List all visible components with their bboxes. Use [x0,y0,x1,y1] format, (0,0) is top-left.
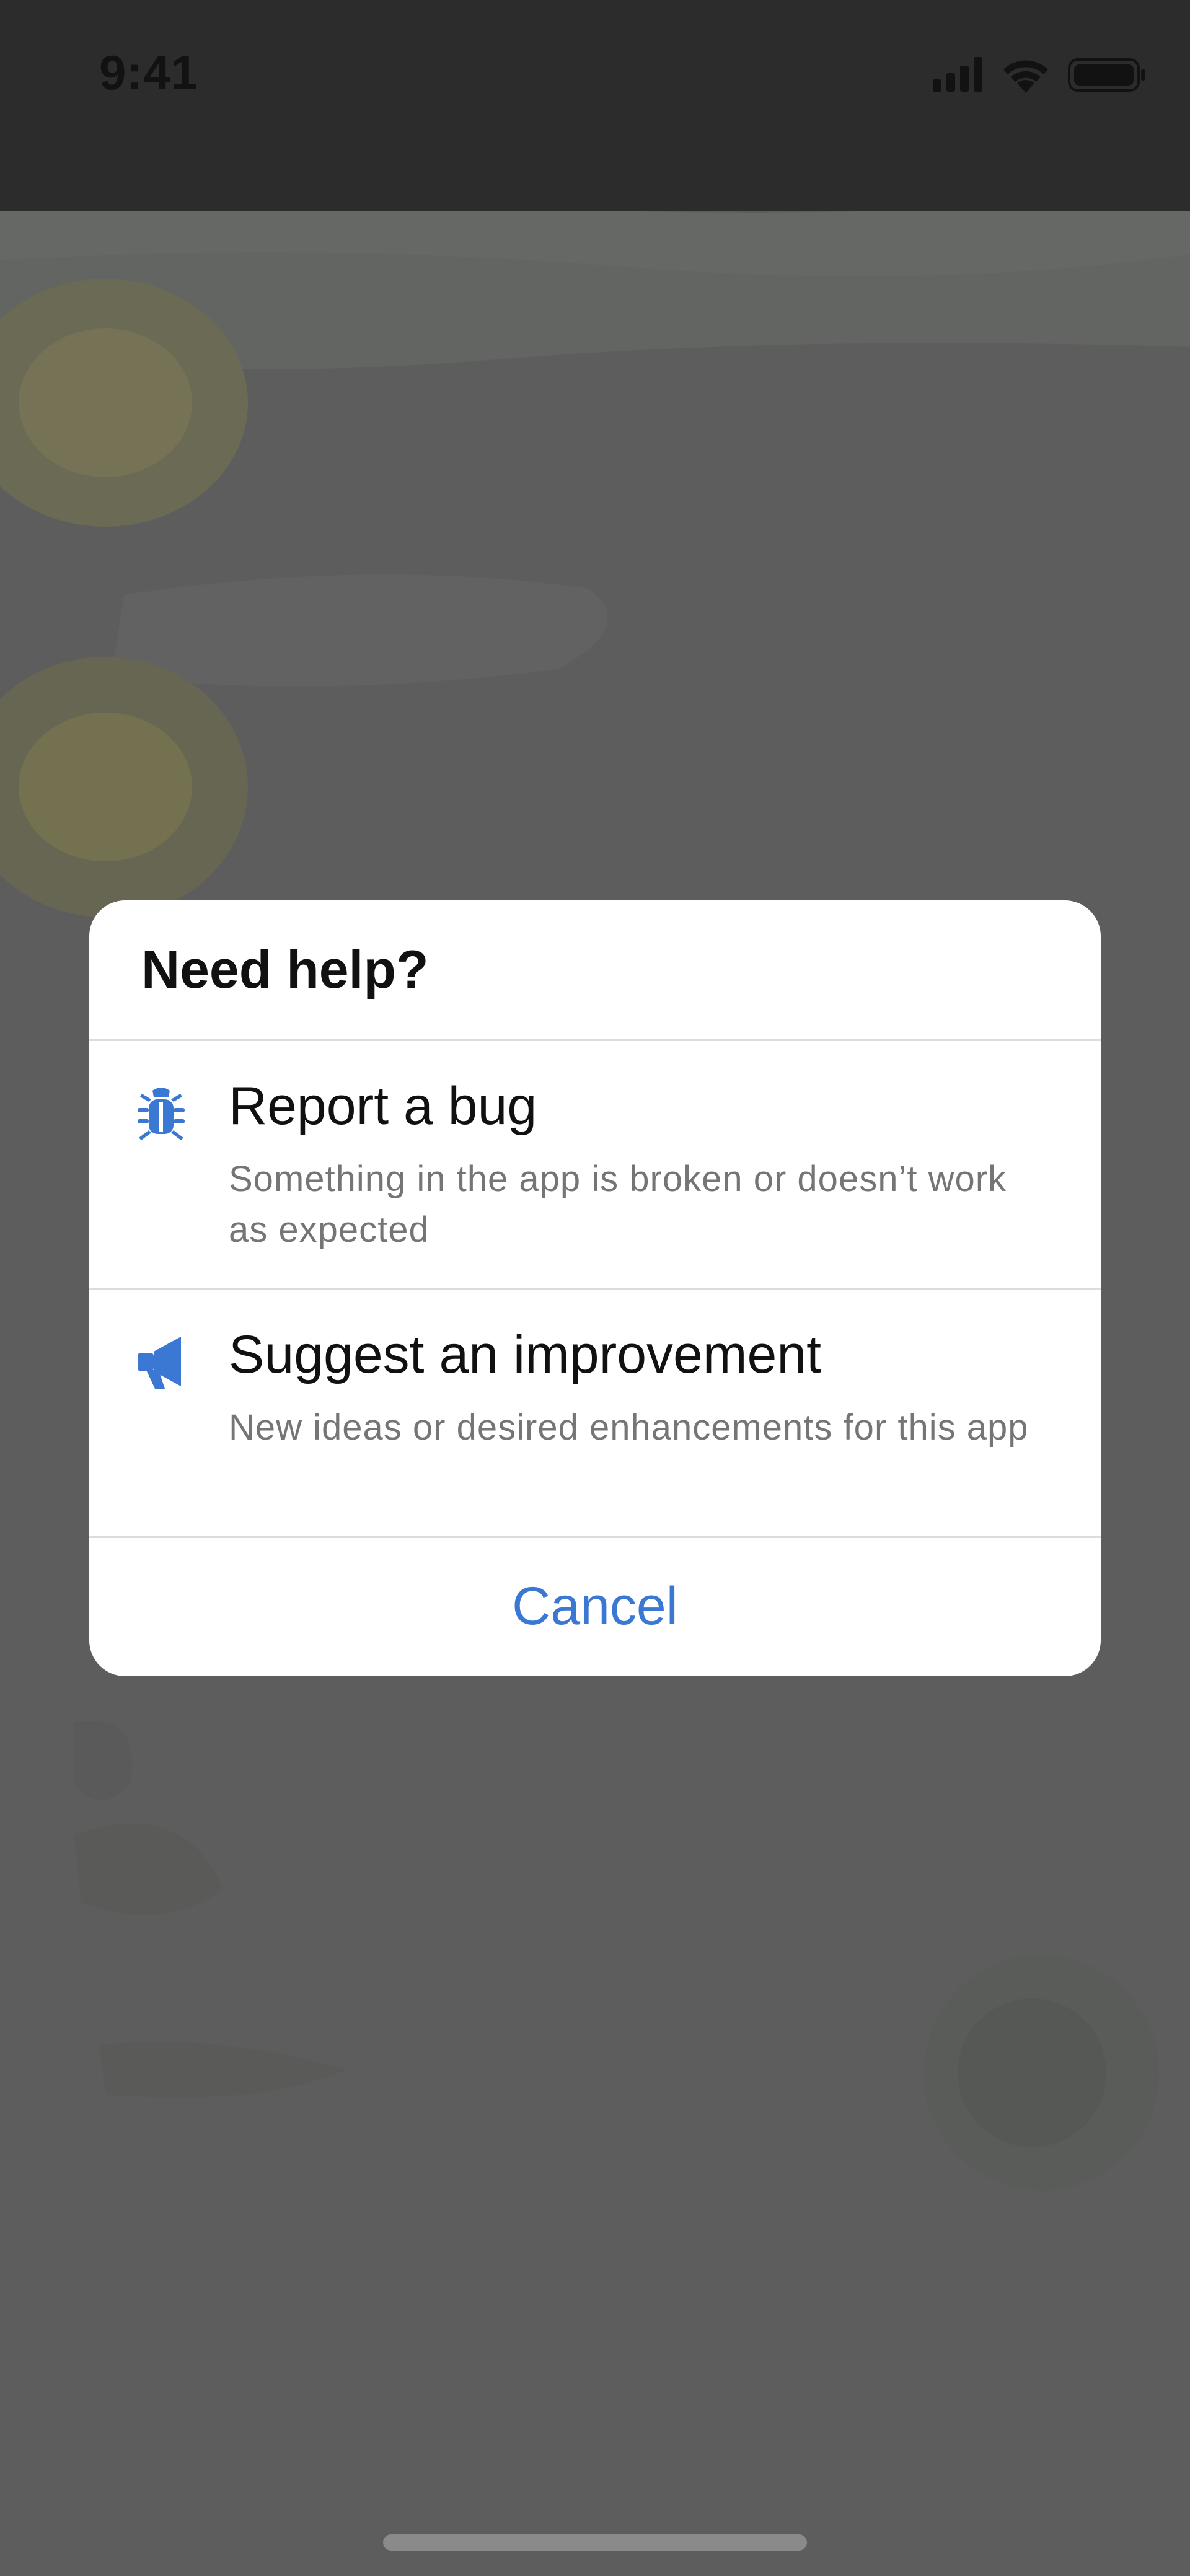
status-icons [933,57,1145,93]
dialog-title: Need help? [141,939,429,1000]
cellular-signal-icon [933,57,982,92]
megaphone-icon [138,1337,181,1389]
report-bug-option[interactable]: Report a bug Something in the app is bro… [89,1041,1101,1288]
bug-icon [138,1088,185,1140]
option-description: Something in the app is broken or doesn’… [229,1159,1007,1250]
cancel-button[interactable]: Cancel [89,1536,1101,1676]
option-title: Suggest an improvement [229,1325,822,1384]
home-indicator[interactable] [383,2534,807,2551]
status-bar: 9:41 [0,0,1190,211]
status-time: 9:41 [99,45,199,100]
battery-icon [1068,58,1145,92]
option-title: Report a bug [229,1076,537,1136]
wifi-icon [1003,60,1048,93]
help-dialog: Need help? Report a bug Something in the… [89,900,1101,1676]
suggest-improvement-option[interactable]: Suggest an improvement New ideas or desi… [89,1290,1101,1536]
option-description: New ideas or desired enhancements for th… [229,1407,1029,1448]
